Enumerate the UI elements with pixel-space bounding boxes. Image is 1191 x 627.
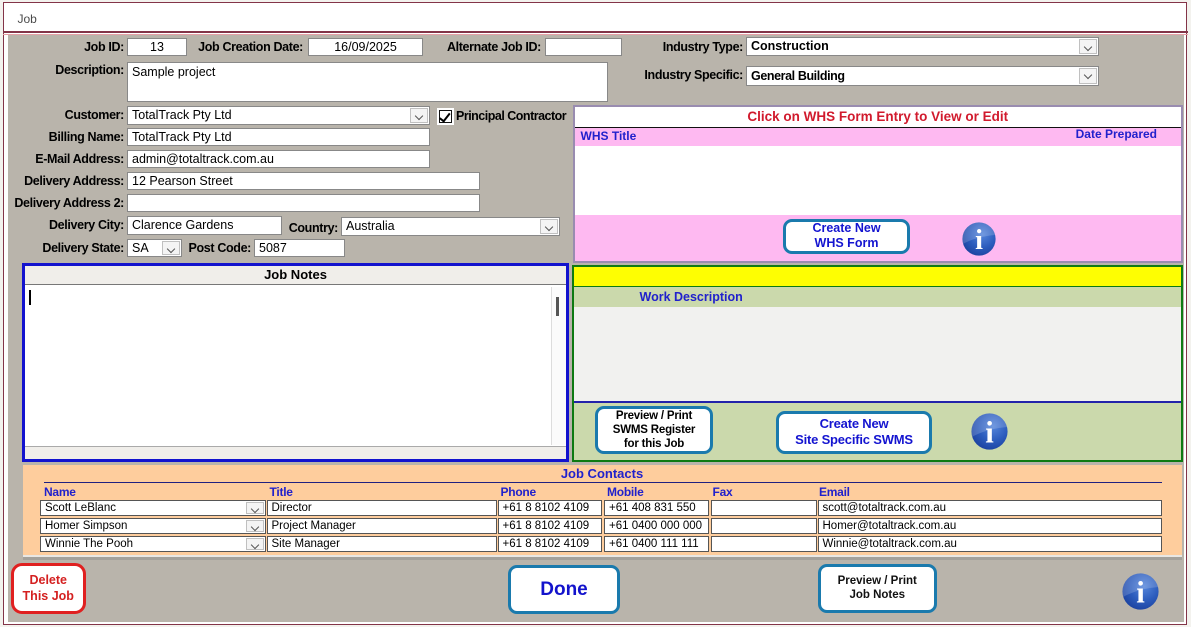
svg-text:i: i <box>975 225 983 256</box>
svg-text:i: i <box>1136 575 1145 609</box>
svg-text:i: i <box>985 415 994 449</box>
